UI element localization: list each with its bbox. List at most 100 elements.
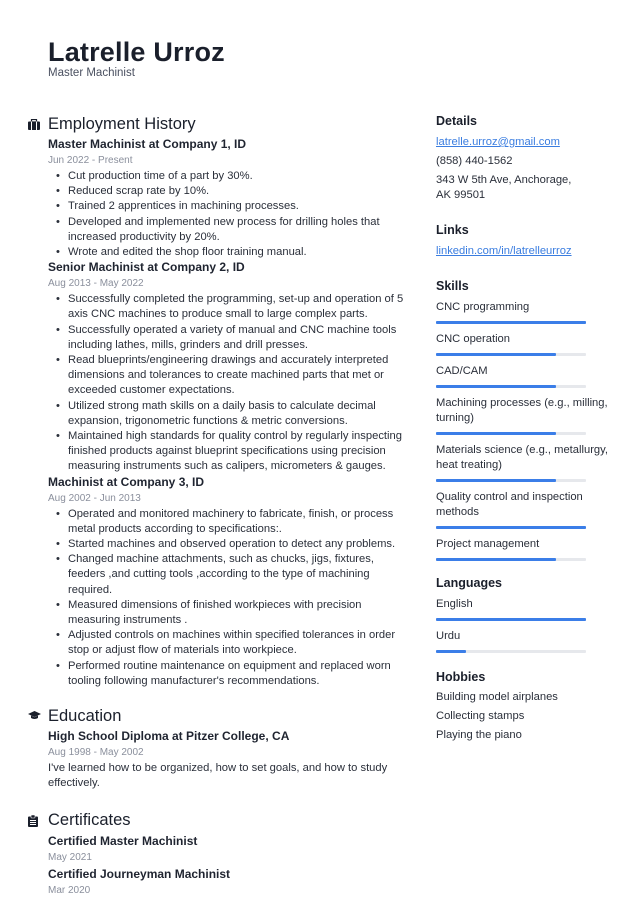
level-bar [436,479,586,482]
job-bullet: Developed and implemented new process fo… [56,215,408,245]
hobby-item: Collecting stamps [436,710,525,722]
job-bullet: Trained 2 apprentices in machining proce… [56,199,408,214]
job-bullet: Performed routine maintenance on equipme… [56,659,408,689]
certificates-section: Certificates Certified Master Machinist … [28,810,408,898]
job-title: Master Machinist at Company 1, ID [48,137,247,151]
language-label: Urdu [436,630,461,642]
skill-item: CNC programming [436,300,616,324]
job-bullet: Measured dimensions of finished workpiec… [56,598,408,628]
section-title: Certificates [48,811,131,829]
job-bullet: Read blueprints/engineering drawings and… [56,353,408,399]
job-bullet: Started machines and observed operation … [56,537,408,552]
job-bullets: Successfully completed the programming, … [48,292,408,474]
job-dates: Aug 2002 - Jun 2013 [48,492,141,504]
hobbies-section: Hobbies Building model airplanes Collecti… [436,669,616,745]
skill-label: Project management [436,538,540,550]
certificate-entry: Certified Master Machinist May 2021 [48,834,408,865]
certificate-title: Certified Master Machinist [48,833,198,848]
job-bullet: Cut production time of a part by 30%. [56,169,408,184]
level-bar-fill [436,432,556,435]
certificate-date: Mar 2020 [48,884,91,896]
job-bullet: Changed machine attachments, such as chu… [56,552,408,598]
level-bar [436,432,586,435]
skill-label: CNC programming [436,301,530,313]
job-bullet: Reduced scrap rate by 10%. [56,184,408,199]
employment-heading: Employment History [28,113,408,135]
level-bar-fill [436,650,466,653]
links-section: Links linkedin.com/in/latrelleurroz [436,222,616,259]
education-entry: High School Diploma at Pitzer College, C… [48,729,408,791]
skill-item: Machining processes (e.g., milling, turn… [436,396,616,435]
phone-number: (858) 440-1562 [436,155,513,167]
education-section: Education High School Diploma at Pitzer … [28,705,408,791]
hobby-item: Building model airplanes [436,691,558,703]
level-bar-fill [436,618,586,621]
address: 343 W 5th Ave, Anchorage, AK 99501 [436,174,572,201]
email-link[interactable]: latrelle.urroz@gmail.com [436,135,616,150]
certificates-heading: Certificates [28,810,408,832]
briefcase-icon [28,118,48,130]
skill-label: Materials science (e.g., metallurgy, hea… [436,444,609,471]
level-bar [436,385,586,388]
level-bar-fill [436,353,556,356]
job-bullet: Successfully operated a variety of manua… [56,323,408,353]
language-item: Urdu [436,629,616,653]
level-bar [436,526,586,529]
language-item: English [436,597,616,621]
certificate-title: Certified Journeyman Machinist [48,866,231,881]
candidate-title: Master Machinist [48,67,135,79]
job-dates: Jun 2022 - Present [48,155,133,166]
skill-item: CNC operation [436,332,616,356]
job-bullet: Adjusted controls on machines within spe… [56,628,408,658]
level-bar [436,321,586,324]
level-bar-fill [436,558,556,561]
skill-item: CAD/CAM [436,364,616,388]
main-column: Employment History Master Machinist at C… [28,113,408,898]
section-title: Education [48,706,122,725]
skill-item: Project management [436,537,616,561]
job-title: Senior Machinist at Company 2, ID [48,260,245,275]
certificate-entry: Certified Journeyman Machinist Mar 2020 [48,867,408,898]
skill-item: Materials science (e.g., metallurgy, hea… [436,443,616,482]
clipboard-icon [28,814,48,827]
hobbies-heading: Hobbies [436,670,486,684]
skills-section: Skills CNC programming CNC operation CAD… [436,278,616,561]
job-bullet: Maintained high standards for quality co… [56,429,408,475]
links-heading: Links [436,223,469,237]
linkedin-link[interactable]: linkedin.com/in/latrelleurroz [436,244,616,259]
job-bullet: Successfully completed the programming, … [56,292,408,322]
job-entry: Machinist at Company 3, ID Aug 2002 - Ju… [48,475,408,689]
job-title: Machinist at Company 3, ID [48,474,205,489]
job-bullet: Wrote and edited the shop floor training… [56,245,408,260]
skill-label: CNC operation [436,333,510,345]
skills-heading: Skills [436,279,469,293]
job-dates: Aug 2013 - May 2022 [48,278,144,290]
education-heading: Education [28,705,408,727]
level-bar [436,650,586,653]
level-bar-fill [436,385,556,388]
sidebar: Details latrelle.urroz@gmail.com (858) 4… [436,113,616,764]
job-entry: Senior Machinist at Company 2, ID Aug 20… [48,260,408,474]
skill-label: CAD/CAM [436,365,488,377]
languages-heading: Languages [436,576,502,590]
details-section: Details latrelle.urroz@gmail.com (858) 4… [436,113,616,203]
job-bullets: Operated and monitored machinery to fabr… [48,507,408,689]
skill-item: Quality control and inspection methods [436,490,616,529]
job-bullet: Utilized strong math skills on a daily b… [56,399,408,429]
level-bar-fill [436,321,586,324]
graduation-cap-icon [28,711,48,721]
languages-section: Languages English Urdu [436,575,616,653]
skill-label: Machining processes (e.g., milling, turn… [436,397,608,424]
job-entry: Master Machinist at Company 1, ID Jun 20… [48,137,408,260]
level-bar-fill [436,526,586,529]
details-heading: Details [436,114,477,128]
job-bullet: Operated and monitored machinery to fabr… [56,507,408,537]
level-bar-fill [436,479,556,482]
job-bullets: Cut production time of a part by 30%.Red… [48,169,408,260]
section-title: Employment History [48,114,196,133]
candidate-name: Latrelle Urroz [48,37,225,67]
level-bar [436,558,586,561]
level-bar [436,618,586,621]
hobby-item: Playing the piano [436,729,522,741]
certificate-date: May 2021 [48,851,92,863]
